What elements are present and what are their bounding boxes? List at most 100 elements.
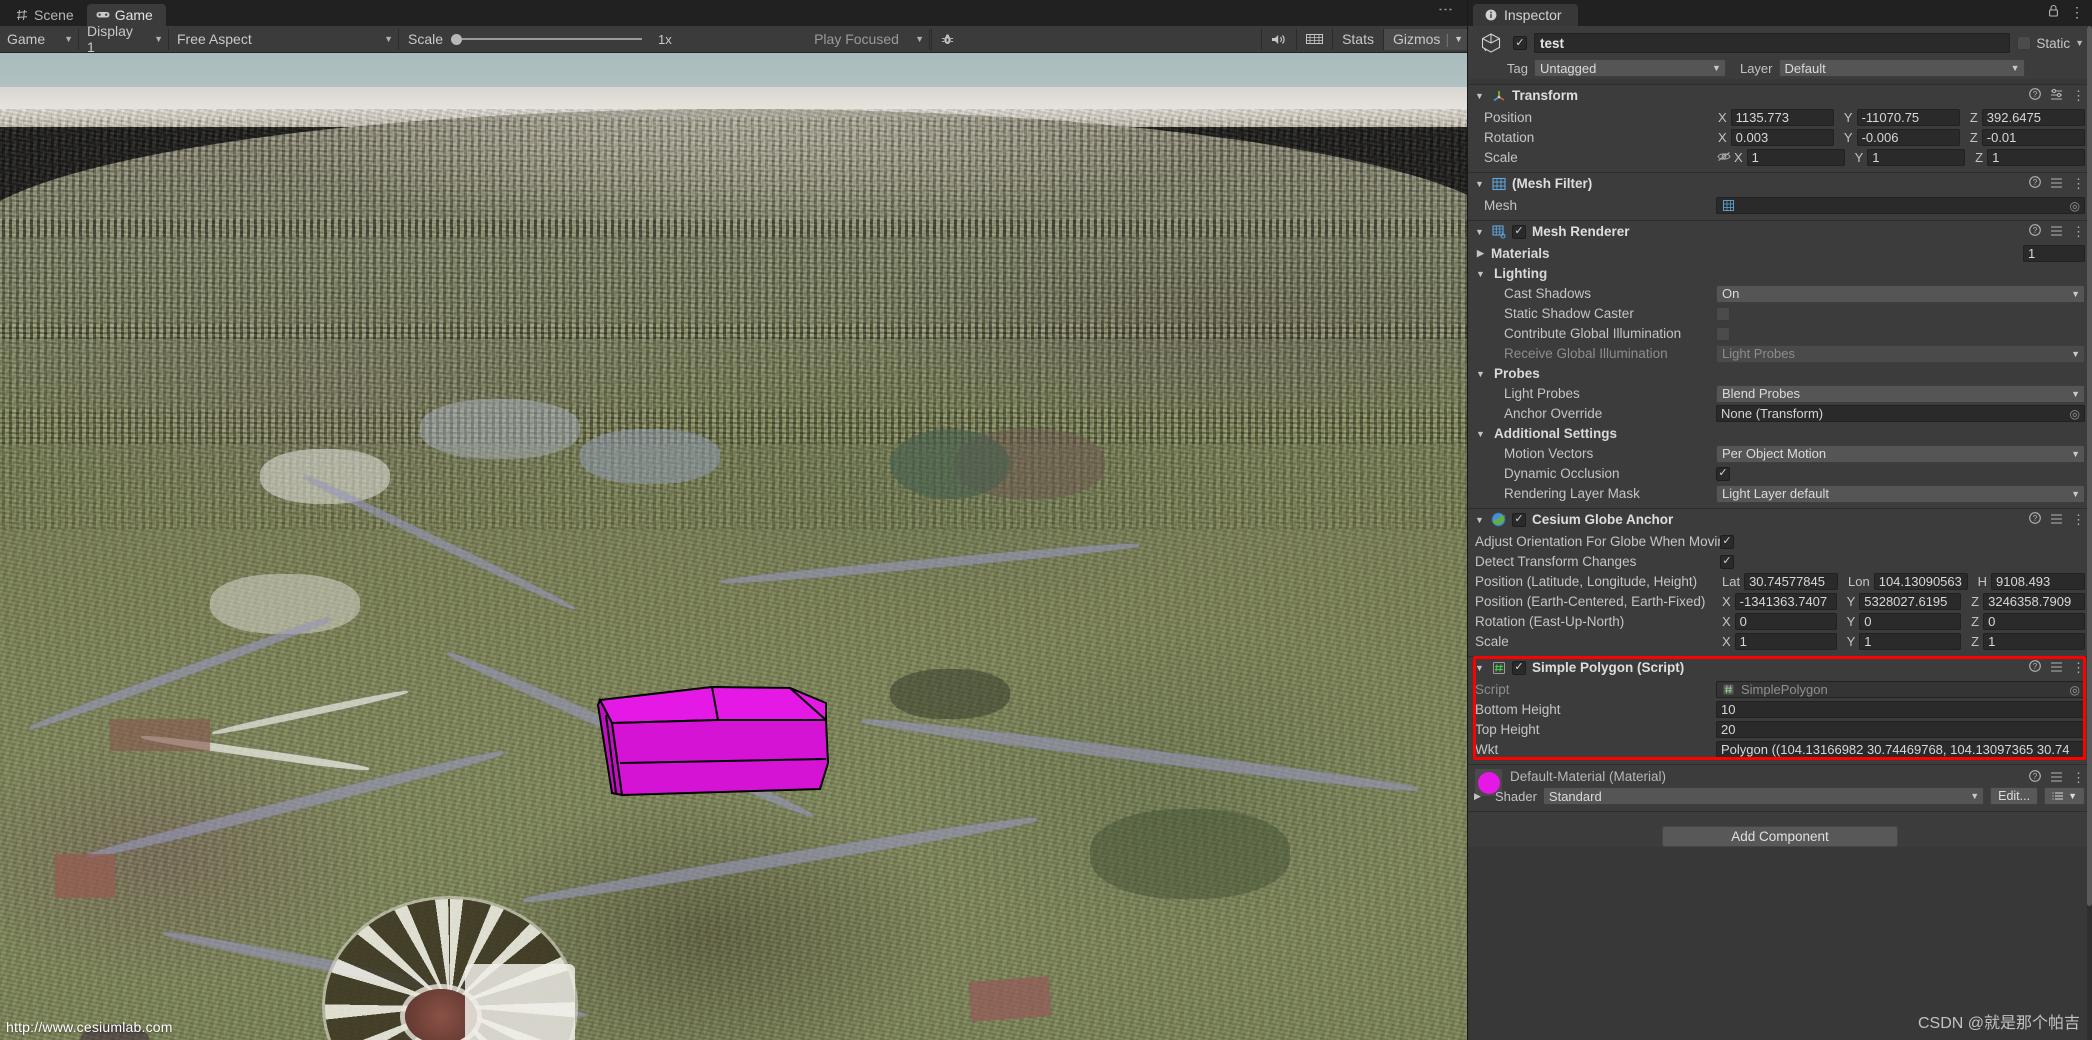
scale-y-field[interactable]: 1 [1867,149,1966,166]
motion-vectors-select[interactable]: Per Object Motion ▼ [1716,444,2085,463]
grid-icon[interactable] [1296,28,1332,50]
eun-rotation-y-field[interactable]: 0 [1859,613,1962,630]
kebab-menu-icon[interactable]: ⋮ [2072,771,2085,784]
preset-icon[interactable] [2050,224,2063,239]
kebab-menu-icon[interactable]: ⋮ [2072,513,2085,526]
foldout-arrow-icon[interactable]: ▶ [1472,791,1483,802]
foldout-arrow-icon[interactable]: ▼ [1475,369,1486,379]
eun-rotation-z-field[interactable]: 0 [1983,613,2086,630]
component-header[interactable]: ▼ ✓ Simple Polygon (Script) ? ⋮ [1468,657,2092,678]
ecef-y-field[interactable]: 5328027.6195 [1859,593,1962,610]
display-select[interactable]: Display 1 ▼ [81,23,169,55]
game-view-menu-icon[interactable]: ⋮ [1437,2,1454,17]
game-render-surface[interactable]: http://www.cesiumlab.com [0,53,1467,1040]
component-header[interactable]: ▼ ✓ Mesh Renderer ? ⋮ [1468,221,2092,242]
wkt-field[interactable]: Polygon ((104.13166982 30.74469768, 104.… [1716,741,2085,758]
preset-icon[interactable] [2050,88,2063,103]
kebab-menu-icon[interactable]: ⋮ [2072,225,2085,238]
position-x-field[interactable]: 1135.773 [1730,109,1834,126]
component-header[interactable]: ▼ (Mesh Filter) ? ⋮ [1468,173,2092,194]
foldout-arrow-icon[interactable]: ▼ [1474,91,1485,101]
scale-slider-track[interactable] [462,38,643,40]
aspect-select[interactable]: Free Aspect ▼ [171,28,399,50]
rotation-y-field[interactable]: -0.006 [1856,129,1960,146]
help-icon[interactable]: ? [2029,770,2041,785]
static-checkbox[interactable] [2017,36,2032,50]
cesium-globe-anchor-enabled-checkbox[interactable]: ✓ [1512,512,1526,527]
mute-audio-icon[interactable] [1261,28,1296,50]
detect-transform-changes-checkbox[interactable]: ✓ [1720,554,1734,569]
materials-count-field[interactable]: 1 [2023,245,2085,262]
contribute-gi-checkbox[interactable] [1716,326,1730,341]
adjust-orientation-checkbox[interactable]: ✓ [1720,534,1734,549]
scale-x-field[interactable]: 1 [1746,149,1845,166]
tab-inspector[interactable]: Inspector [1473,4,1578,26]
tab-scene[interactable]: Scene [6,4,87,26]
position-z-field[interactable]: 392.6475 [1981,109,2085,126]
edit-shader-button[interactable]: Edit... [1990,787,2039,805]
help-icon[interactable]: ? [2029,512,2041,527]
scale-slider-knob[interactable] [451,33,463,45]
lock-icon[interactable] [2048,4,2059,20]
position-y-field[interactable]: -11070.75 [1856,109,1960,126]
preset-icon[interactable] [2050,512,2063,527]
foldout-arrow-icon[interactable]: ▼ [1474,663,1485,673]
light-probes-select[interactable]: Blend Probes ▼ [1716,384,2085,403]
foldout-arrow-icon[interactable]: ▼ [1474,227,1485,237]
cast-shadows-select[interactable]: On ▼ [1716,284,2085,303]
stats-button[interactable]: Stats [1332,28,1383,50]
gameobject-enabled-checkbox[interactable]: ✓ [1513,36,1527,50]
kebab-menu-icon[interactable]: ⋮ [2072,89,2085,102]
foldout-arrow-icon[interactable]: ▼ [1474,515,1485,525]
cesium-scale-z-field[interactable]: 1 [1983,633,2086,650]
static-shadow-caster-checkbox[interactable] [1716,306,1730,321]
tag-select[interactable]: Untagged ▼ [1533,59,1726,77]
help-icon[interactable]: ? [2029,88,2041,103]
scale-z-field[interactable]: 1 [1987,149,2086,166]
anchor-override-field[interactable]: None (Transform) ◎ [1716,405,2085,422]
foldout-arrow-icon[interactable]: ▼ [1474,179,1485,189]
gizmos-button[interactable]: Gizmos | ▼ [1382,28,1467,50]
foldout-arrow-icon[interactable]: ▶ [1475,248,1486,259]
gameobject-name-field[interactable]: test [1534,33,2011,53]
play-mode-select[interactable]: Play Focused ▼ [808,28,931,50]
mesh-renderer-enabled-checkbox[interactable]: ✓ [1512,224,1526,239]
inspector-scrollbar-thumb[interactable] [2087,26,2092,906]
foldout-arrow-icon[interactable]: ▼ [1475,269,1486,279]
shader-select[interactable]: Standard ▼ [1542,787,1985,805]
height-field[interactable]: 9108.493 [1991,573,2085,590]
rotation-z-field[interactable]: -0.01 [1981,129,2085,146]
foldout-arrow-icon[interactable]: ▼ [1475,429,1486,439]
kebab-menu-icon[interactable]: ⋮ [2072,661,2085,674]
bug-icon[interactable] [931,28,964,50]
mesh-object-field[interactable]: ◎ [1716,197,2085,214]
scale-slider[interactable] [451,33,648,45]
additional-settings-foldout-row[interactable]: ▼ Additional Settings [1468,424,2092,443]
chevron-down-icon[interactable]: ▼ [2075,38,2084,48]
dynamic-occlusion-checkbox[interactable]: ✓ [1716,466,1730,481]
object-picker-icon[interactable]: ◎ [2070,199,2080,213]
latitude-field[interactable]: 30.74577845 [1744,573,1839,590]
cesium-scale-x-field[interactable]: 1 [1734,633,1837,650]
longitude-field[interactable]: 104.13090563 [1873,573,1968,590]
simple-polygon-enabled-checkbox[interactable]: ✓ [1512,660,1526,675]
help-icon[interactable]: ? [2029,176,2041,191]
preset-icon[interactable] [2050,176,2063,191]
rotation-x-field[interactable]: 0.003 [1730,129,1834,146]
add-component-button[interactable]: Add Component [1662,826,1898,847]
ecef-x-field[interactable]: -1341363.7407 [1734,593,1837,610]
eye-slash-icon[interactable] [1716,151,1732,165]
cesium-scale-y-field[interactable]: 1 [1859,633,1962,650]
object-picker-icon[interactable]: ◎ [2070,407,2080,421]
kebab-menu-icon[interactable]: ⋮ [2072,177,2085,190]
kebab-menu-icon[interactable]: ⋮ [2070,5,2084,19]
materials-foldout-row[interactable]: ▶ Materials 1 [1468,244,2092,263]
help-icon[interactable]: ? [2029,224,2041,239]
eun-rotation-x-field[interactable]: 0 [1734,613,1837,630]
shader-variant-button[interactable]: ▼ [2044,787,2085,805]
preset-icon[interactable] [2050,770,2063,785]
component-header[interactable]: ▼ Transform ? ⋮ [1468,85,2092,106]
layer-select[interactable]: Default ▼ [1778,59,2025,77]
help-icon[interactable]: ? [2029,660,2041,675]
preset-icon[interactable] [2050,660,2063,675]
